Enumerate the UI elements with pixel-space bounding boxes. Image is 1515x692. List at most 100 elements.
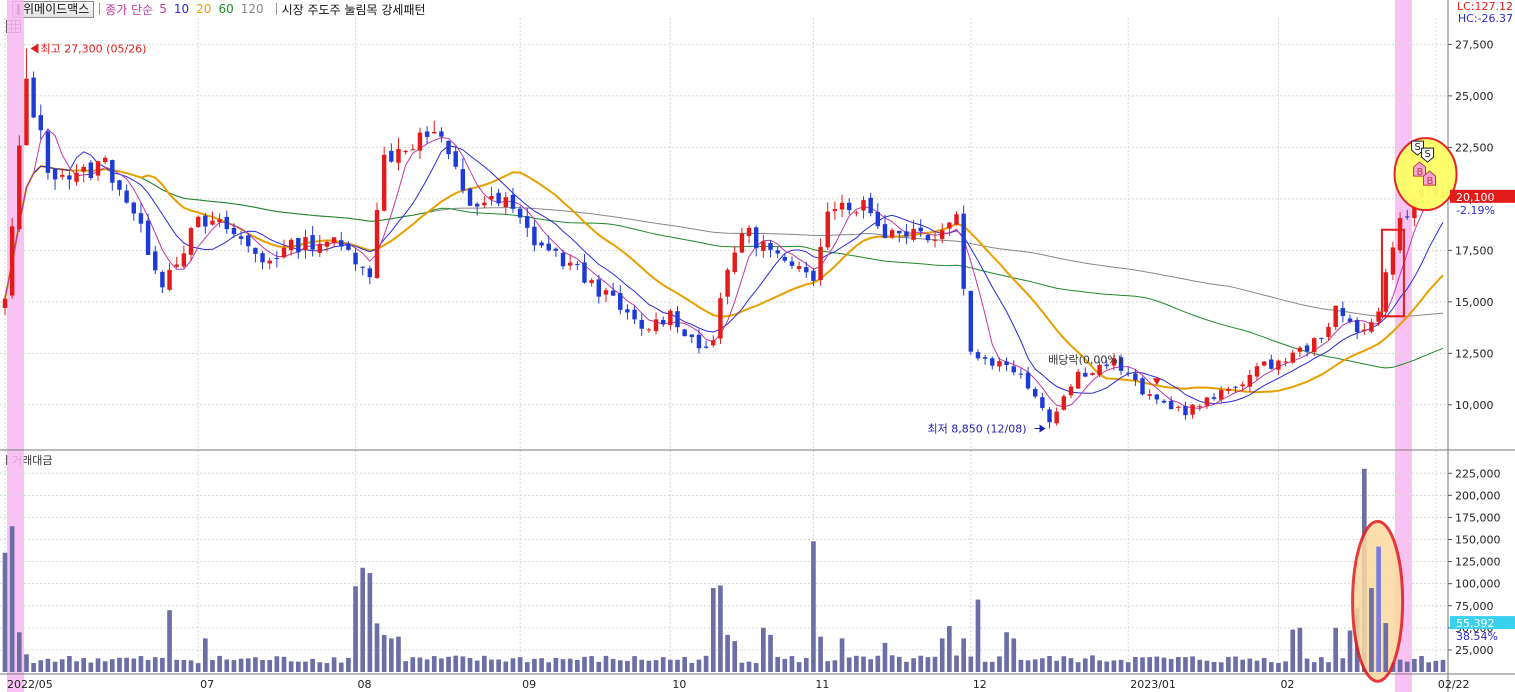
- volume-bar: [904, 661, 909, 672]
- candle-body: [1068, 386, 1074, 396]
- x-tick-label-2: 08: [358, 678, 372, 691]
- candle-body: [904, 231, 909, 237]
- volume-bar: [310, 658, 315, 672]
- candle-body: [868, 197, 873, 214]
- candle: [775, 247, 780, 259]
- volume-bar: [1226, 656, 1231, 672]
- x-tick-label-3: 09: [522, 678, 536, 691]
- volume-bar: [496, 659, 501, 672]
- volume-bar: [1040, 658, 1045, 672]
- volume-bar: [732, 641, 738, 672]
- candle-body: [596, 279, 602, 297]
- volume-bar: [1268, 662, 1274, 672]
- volume-tick-label-6: 175,000: [1455, 511, 1501, 524]
- candle-body: [1240, 384, 1245, 387]
- volume-bar: [968, 656, 974, 672]
- candle-body: [889, 230, 895, 238]
- candle: [1283, 357, 1288, 367]
- candle-body: [1219, 390, 1224, 400]
- volume-bar: [1376, 546, 1381, 672]
- candle: [947, 221, 952, 236]
- candle-body: [102, 157, 108, 163]
- low-arrow-icon: [1039, 424, 1046, 433]
- volume-bar: [217, 655, 222, 672]
- volume-bar: [9, 526, 15, 672]
- candle-body: [990, 358, 995, 366]
- candle: [1133, 369, 1138, 386]
- price-tick-label-6: 25,000: [1455, 90, 1494, 103]
- volume-bar: [1311, 662, 1317, 672]
- candle: [582, 253, 587, 284]
- price-tick-label-0: 10,000: [1455, 399, 1494, 412]
- candle: [954, 211, 959, 226]
- volume-bar: [417, 657, 423, 672]
- volume-bar: [253, 657, 258, 672]
- volume-bar: [1283, 661, 1288, 672]
- volume-bar: [739, 662, 745, 672]
- volume-bar: [1440, 659, 1446, 672]
- volume-bar: [131, 658, 137, 672]
- candle: [95, 160, 101, 181]
- candle: [990, 356, 995, 370]
- volume-bar: [753, 663, 759, 672]
- volume-bar: [467, 657, 473, 672]
- highlight-column-0: [7, 0, 24, 692]
- ma-5-line: [4, 128, 1444, 409]
- candle-body: [210, 220, 215, 225]
- candle-body: [1083, 372, 1088, 377]
- candle: [653, 312, 659, 335]
- candle: [1025, 366, 1031, 391]
- candle-body: [1304, 345, 1310, 352]
- volume-bar: [896, 656, 902, 672]
- volume-bar: [1161, 657, 1167, 672]
- candle: [532, 220, 537, 252]
- candle-body: [1247, 374, 1253, 387]
- candle-body: [796, 266, 802, 269]
- volume-bar: [381, 634, 387, 672]
- volume-bar: [174, 659, 180, 672]
- candle-body: [854, 212, 859, 214]
- stock-chart[interactable]: 10,00012,50015,00017,50020,00022,50025,0…: [0, 0, 1515, 692]
- volume-bar: [424, 659, 430, 672]
- price-tick-label-1: 12,500: [1455, 347, 1494, 360]
- candle: [1326, 322, 1331, 341]
- volume-bar: [210, 660, 215, 672]
- candle-body: [1168, 400, 1174, 410]
- candle-body: [1283, 361, 1288, 363]
- volume-bar: [1204, 660, 1210, 672]
- candle: [432, 120, 437, 134]
- volume-bar: [818, 636, 823, 672]
- candle: [618, 285, 623, 315]
- volume-bar: [532, 658, 537, 672]
- candle-body: [789, 261, 795, 266]
- candle: [74, 164, 79, 186]
- candle: [610, 282, 616, 296]
- candle: [632, 306, 637, 325]
- volume-bar: [1290, 629, 1296, 672]
- candle-body: [167, 269, 172, 290]
- x-tick-label-7: 2023/01: [1130, 678, 1176, 691]
- candle: [567, 254, 573, 271]
- candle-body: [9, 226, 15, 296]
- volume-bar: [825, 661, 831, 672]
- candle-body: [389, 150, 394, 162]
- volume-bar: [439, 658, 444, 672]
- volume-bar: [803, 657, 809, 672]
- candle-body: [1018, 373, 1024, 375]
- candle-body: [367, 268, 373, 278]
- candle-body: [560, 252, 566, 267]
- candle-body: [911, 228, 916, 240]
- volume-bar: [761, 627, 766, 672]
- volume-bar: [403, 661, 408, 672]
- volume-bar: [67, 655, 72, 672]
- volume-bar: [710, 588, 716, 672]
- candle-body: [696, 334, 702, 349]
- volume-bar: [746, 661, 752, 672]
- candle-body: [1140, 378, 1145, 395]
- candle-body: [660, 319, 666, 325]
- candle-body: [525, 216, 530, 228]
- candle: [496, 188, 501, 207]
- volume-bar: [181, 659, 187, 672]
- candle-body: [918, 227, 923, 232]
- candle-body: [618, 293, 623, 310]
